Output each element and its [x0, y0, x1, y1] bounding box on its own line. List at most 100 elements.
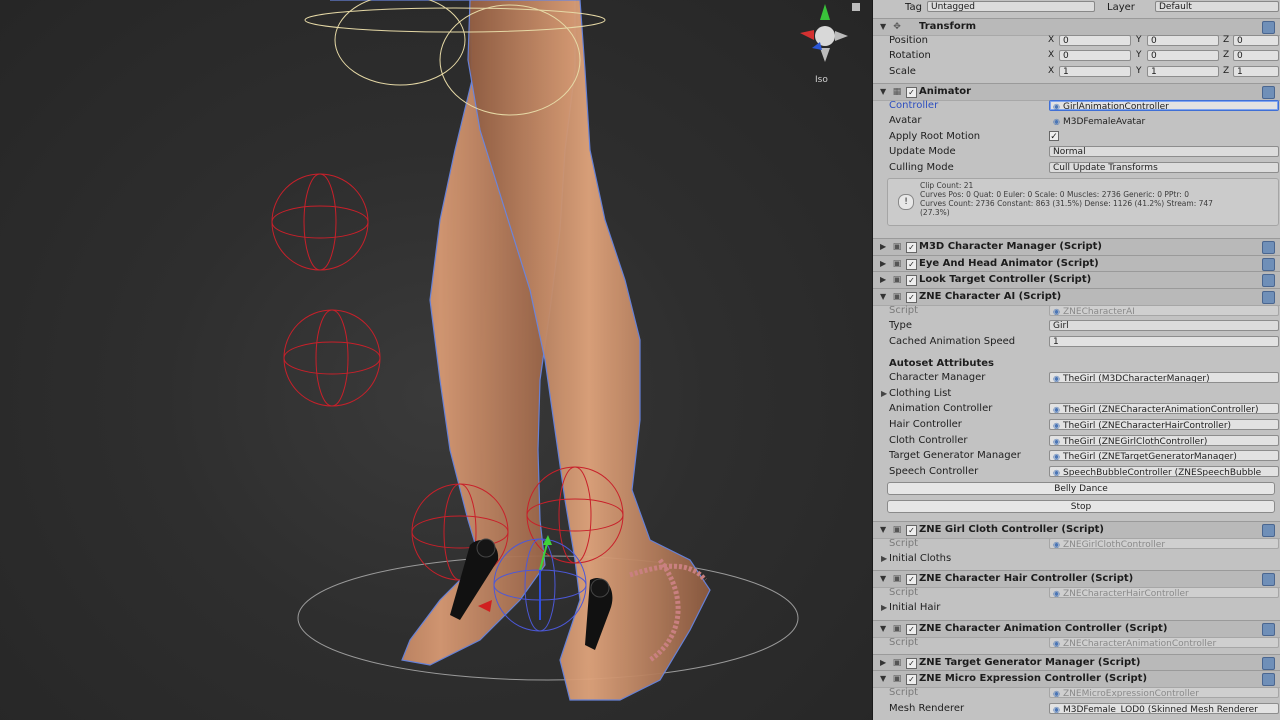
hair-controller-ref-field[interactable]: TheGirl (ZNECharacterHairController)	[1049, 419, 1279, 430]
axis-y-label: Y	[1136, 50, 1142, 60]
mesh-renderer-field[interactable]: M3DFemale_LOD0 (Skinned Mesh Renderer	[1049, 703, 1279, 714]
foldout-arrow-icon[interactable]: ▶	[880, 272, 886, 288]
look-target-component-header[interactable]: ▶ ▣ ✓ Look Target Controller (Script)	[873, 271, 1280, 289]
info-percent: (27.3%)	[920, 208, 950, 217]
axis-x-label: X	[1048, 35, 1055, 45]
autoset-title: Autoset Attributes	[889, 358, 994, 369]
mesh-renderer-label: Mesh Renderer	[889, 703, 965, 714]
target-gen-ref-label: Target Generator Manager	[889, 450, 1021, 461]
axis-x-label: X	[1048, 66, 1055, 76]
info-curves-count: Curves Count: 2736 Constant: 863 (31.5%)…	[920, 199, 1213, 208]
inspector-panel: Tag Untagged Layer Default ▼ ✥ Transform…	[872, 0, 1280, 720]
cloth-controller-ref-row: Cloth Controller TheGirl (ZNEGirlClothCo…	[873, 433, 1280, 448]
component-title: ZNE Target Generator Manager (Script)	[919, 657, 1141, 668]
culling-mode-dropdown[interactable]: Cull Update Transforms	[1049, 162, 1279, 173]
y-input[interactable]: 0	[1147, 35, 1219, 46]
controller-field[interactable]: GirlAnimationController	[1049, 100, 1279, 111]
cloth-controller-ref-field[interactable]: TheGirl (ZNEGirlClothController)	[1049, 435, 1279, 446]
info-curves-pos: Curves Pos: 0 Quat: 0 Euler: 0 Scale: 0 …	[920, 190, 1189, 199]
x-input[interactable]: 0	[1059, 35, 1131, 46]
foldout-arrow-icon[interactable]: ▶	[881, 386, 887, 401]
controller-row: Controller GirlAnimationController	[873, 98, 1280, 113]
apply-root-motion-row: Apply Root Motion ✓	[873, 129, 1280, 144]
component-enabled-checkbox[interactable]: ✓	[906, 674, 917, 685]
collider-sphere-2[interactable]	[283, 309, 381, 407]
component-enabled-checkbox[interactable]: ✓	[906, 275, 917, 286]
scene-canvas[interactable]: Iso	[0, 0, 872, 720]
lock-icon[interactable]	[852, 3, 860, 11]
anim-controller-ref-field[interactable]: TheGirl (ZNECharacterAnimationController…	[1049, 403, 1279, 414]
apply-root-motion-label: Apply Root Motion	[889, 131, 981, 142]
type-label: Type	[889, 320, 912, 331]
component-enabled-checkbox[interactable]: ✓	[906, 574, 917, 585]
cloth-script-row: Script ZNEGirlClothController	[873, 536, 1280, 551]
component-enabled-checkbox[interactable]: ✓	[906, 525, 917, 536]
speech-ref-field[interactable]: SpeechBubbleController (ZNESpeechBubble	[1049, 466, 1279, 477]
stop-button[interactable]: Stop	[887, 500, 1275, 513]
help-icon[interactable]	[1262, 274, 1275, 287]
avatar-field[interactable]: M3DFemaleAvatar	[1049, 115, 1279, 126]
axis-z-label: Z	[1223, 35, 1230, 45]
foldout-arrow-icon[interactable]: ▶	[880, 655, 886, 671]
cached-speed-label: Cached Animation Speed	[889, 336, 1016, 347]
scene-view[interactable]: Iso	[0, 0, 872, 720]
cached-speed-input[interactable]: 1	[1049, 336, 1279, 347]
script-icon: ▣	[892, 525, 902, 535]
script-label: Script	[889, 687, 919, 698]
apply-root-motion-checkbox[interactable]: ✓	[1049, 131, 1059, 142]
initial-cloths-label: Initial Cloths	[889, 553, 952, 564]
animator-icon: ▦	[892, 87, 902, 97]
y-input[interactable]: 1	[1147, 66, 1219, 77]
z-input[interactable]: 0	[1233, 35, 1279, 46]
component-enabled-checkbox[interactable]: ✓	[906, 624, 917, 635]
z-input[interactable]: 1	[1233, 66, 1279, 77]
animator-info-box: ! Clip Count: 21 Curves Pos: 0 Quat: 0 E…	[887, 178, 1279, 226]
layer-dropdown[interactable]: Default	[1155, 1, 1279, 12]
update-mode-dropdown[interactable]: Normal	[1049, 146, 1279, 157]
update-mode-row: Update Mode Normal	[873, 144, 1280, 159]
z-input[interactable]: 0	[1233, 50, 1279, 61]
initial-hair-row[interactable]: ▶ Initial Hair	[873, 600, 1280, 615]
target-gen-ref-row: Target Generator Manager TheGirl (ZNETar…	[873, 448, 1280, 463]
foldout-arrow-icon[interactable]: ▶	[880, 239, 886, 255]
avatar-row: Avatar M3DFemaleAvatar	[873, 113, 1280, 128]
collider-sphere-1[interactable]	[271, 173, 369, 271]
update-mode-label: Update Mode	[889, 146, 956, 157]
foldout-arrow-icon[interactable]: ▶	[881, 551, 887, 566]
culling-mode-label: Culling Mode	[889, 162, 954, 173]
script-icon: ▣	[892, 674, 902, 684]
projection-label[interactable]: Iso	[815, 75, 828, 85]
tag-dropdown[interactable]: Untagged	[927, 1, 1095, 12]
foldout-arrow-icon[interactable]: ▶	[881, 600, 887, 615]
component-enabled-checkbox[interactable]: ✓	[906, 259, 917, 270]
clothing-list-row[interactable]: ▶ Clothing List	[873, 386, 1280, 401]
type-dropdown[interactable]: Girl	[1049, 320, 1279, 331]
anim-controller-ref-label: Animation Controller	[889, 403, 993, 414]
component-enabled-checkbox[interactable]: ✓	[906, 292, 917, 303]
target-gen-ref-field[interactable]: TheGirl (ZNETargetGeneratorManager)	[1049, 450, 1279, 461]
axis-z-label: Z	[1223, 50, 1230, 60]
script-label: Script	[889, 587, 919, 598]
x-input[interactable]: 0	[1059, 50, 1131, 61]
y-input[interactable]: 0	[1147, 50, 1219, 61]
help-icon[interactable]	[1262, 258, 1275, 271]
help-icon[interactable]	[1262, 657, 1275, 670]
help-icon[interactable]	[1262, 241, 1275, 254]
script-field: ZNEMicroExpressionController	[1049, 687, 1279, 698]
foldout-arrow-icon[interactable]: ▶	[880, 256, 886, 272]
component-enabled-checkbox[interactable]: ✓	[906, 658, 917, 669]
char-manager-component-header[interactable]: ▶ ▣ ✓ M3D Character Manager (Script)	[873, 238, 1280, 256]
script-icon: ▣	[892, 242, 902, 252]
x-input[interactable]: 1	[1059, 66, 1131, 77]
component-enabled-checkbox[interactable]: ✓	[906, 242, 917, 253]
char-manager-ref-field[interactable]: TheGirl (M3DCharacterManager)	[1049, 372, 1279, 383]
scene-orientation-gizmo[interactable]	[800, 4, 848, 62]
initial-cloths-row[interactable]: ▶ Initial Cloths	[873, 551, 1280, 566]
mesh-renderer-row: Mesh Renderer M3DFemale_LOD0 (Skinned Me…	[873, 701, 1280, 716]
info-clip-count: Clip Count: 21	[920, 181, 974, 190]
belly-dance-button[interactable]: Belly Dance	[887, 482, 1275, 495]
animator-enabled-checkbox[interactable]: ✓	[906, 87, 917, 98]
cloth-controller-ref-label: Cloth Controller	[889, 435, 968, 446]
axis-x-label: X	[1048, 50, 1055, 60]
script-label: Script	[889, 637, 919, 648]
